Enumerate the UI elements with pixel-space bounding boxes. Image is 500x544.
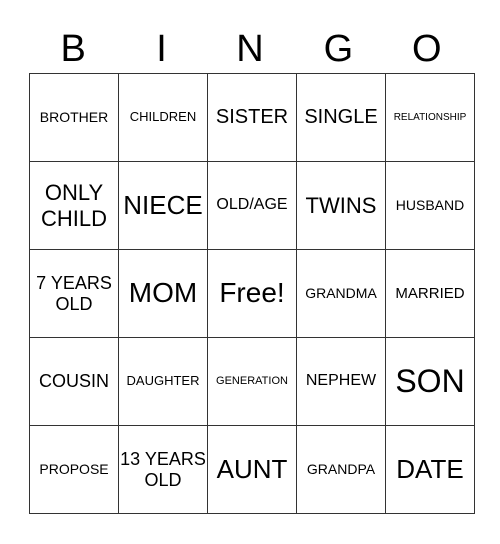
header-letter-n: N <box>236 28 264 70</box>
header-letter-b: B <box>60 28 86 70</box>
bingo-cell[interactable]: SINGLE <box>296 73 386 162</box>
bingo-cell[interactable]: SISTER <box>207 73 297 162</box>
bingo-cell[interactable]: 13 YEARS OLD <box>118 425 208 514</box>
bingo-cell[interactable]: SON <box>385 337 475 426</box>
bingo-cell[interactable]: CHILDREN <box>118 73 208 162</box>
bingo-cell[interactable]: MOM <box>118 249 208 338</box>
bingo-board: BROTHER CHILDREN SISTER SINGLE RELATIONS… <box>29 73 475 514</box>
bingo-cell[interactable]: ONLY CHILD <box>29 161 119 250</box>
board-row: PROPOSE 13 YEARS OLD AUNT GRANDPA DATE <box>29 425 475 514</box>
bingo-cell[interactable]: NEPHEW <box>296 337 386 426</box>
bingo-cell[interactable]: NIECE <box>118 161 208 250</box>
bingo-cell[interactable]: HUSBAND <box>385 161 475 250</box>
bingo-cell[interactable]: GRANDMA <box>296 249 386 338</box>
bingo-cell[interactable]: RELATIONSHIP <box>385 73 475 162</box>
bingo-cell[interactable]: AUNT <box>207 425 297 514</box>
bingo-cell[interactable]: MARRIED <box>385 249 475 338</box>
bingo-header: B I N G O <box>29 26 471 72</box>
bingo-cell[interactable]: PROPOSE <box>29 425 119 514</box>
board-row: COUSIN DAUGHTER GENERATION NEPHEW SON <box>29 337 475 426</box>
board-row: 7 YEARS OLD MOM Free! GRANDMA MARRIED <box>29 249 475 338</box>
bingo-cell[interactable]: 7 YEARS OLD <box>29 249 119 338</box>
bingo-cell[interactable]: BROTHER <box>29 73 119 162</box>
header-letter-o: O <box>411 28 442 70</box>
bingo-cell[interactable]: TWINS <box>296 161 386 250</box>
bingo-cell[interactable]: OLD/AGE <box>207 161 297 250</box>
bingo-cell[interactable]: GENERATION <box>207 337 297 426</box>
header-letter-i: I <box>156 28 167 70</box>
board-row: BROTHER CHILDREN SISTER SINGLE RELATIONS… <box>29 73 475 162</box>
board-row: ONLY CHILD NIECE OLD/AGE TWINS HUSBAND <box>29 161 475 250</box>
bingo-cell[interactable]: DAUGHTER <box>118 337 208 426</box>
bingo-cell[interactable]: GRANDPA <box>296 425 386 514</box>
header-letter-g: G <box>323 28 354 70</box>
bingo-cell[interactable]: DATE <box>385 425 475 514</box>
bingo-cell free-space[interactable]: Free! <box>207 249 297 338</box>
bingo-cell[interactable]: COUSIN <box>29 337 119 426</box>
